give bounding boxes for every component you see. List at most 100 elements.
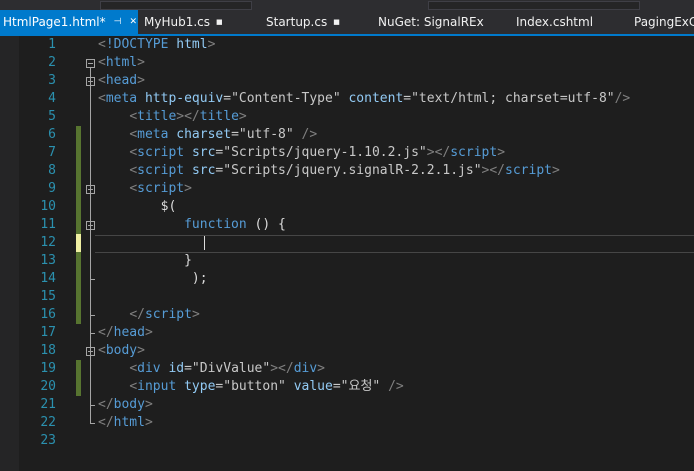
- outline-guide: [90, 356, 91, 405]
- document-tab-bar: HtmlPage1.html* ⊣ ✕ MyHub1.cs ■ Startup.cs ■ Nu…: [0, 10, 694, 34]
- saved-change-marker: [76, 216, 81, 234]
- collapse-toggle-icon[interactable]: [86, 59, 95, 68]
- line-number: 10: [40, 199, 56, 214]
- code-token: />: [614, 91, 631, 106]
- code-line[interactable]: 23: [0, 432, 694, 450]
- toolbar-dropdown[interactable]: [100, 1, 252, 10]
- tab-startup-cs[interactable]: Startup.cs ■: [258, 10, 370, 34]
- code-line[interactable]: 10 $(: [0, 198, 694, 216]
- code-line[interactable]: 15: [0, 288, 694, 306]
- tab-label: Startup.cs: [266, 15, 328, 29]
- code-line[interactable]: 2 <html>: [0, 54, 694, 72]
- line-number: 1: [48, 37, 56, 52]
- saved-change-marker: [76, 162, 81, 180]
- code-line[interactable]: 11 function () {: [0, 216, 694, 234]
- line-number: 8: [48, 163, 56, 178]
- code-token: >: [137, 73, 145, 88]
- outline-guide: [90, 230, 91, 279]
- line-number: 2: [48, 55, 56, 70]
- line-number: 6: [48, 127, 56, 142]
- code-token: );: [98, 271, 208, 286]
- code-token: <: [129, 379, 138, 394]
- close-icon[interactable]: ✕: [129, 10, 137, 34]
- saved-change-marker: [76, 288, 81, 306]
- code-text: <head>: [98, 72, 145, 90]
- code-token: type: [184, 379, 216, 394]
- code-token: >: [238, 109, 247, 124]
- code-token: script: [137, 145, 185, 160]
- code-text: <!DOCTYPE html>: [98, 36, 215, 54]
- code-line[interactable]: 21 </body>: [0, 396, 694, 414]
- code-token: >: [137, 55, 145, 70]
- code-line[interactable]: 14 );: [0, 270, 694, 288]
- code-line[interactable]: 13 }: [0, 252, 694, 270]
- line-number: 13: [40, 253, 56, 268]
- code-line[interactable]: 19 <div id="DivValue"></div>: [0, 360, 694, 378]
- tab-pagingexco[interactable]: PagingExCo: [626, 10, 694, 34]
- code-token: >: [144, 325, 153, 340]
- code-token: <: [129, 145, 138, 160]
- outline-guide-end: [90, 315, 95, 316]
- line-number: 19: [40, 361, 56, 376]
- code-editor[interactable]: 1 <!DOCTYPE html> 2 <html> 3 <head> 4 <meta htt…: [0, 36, 694, 471]
- code-token: <: [129, 163, 138, 178]
- tab-htmlpage1-html[interactable]: HtmlPage1.html* ⊣ ✕: [0, 10, 138, 34]
- code-line[interactable]: 3 <head>: [0, 72, 694, 90]
- saved-change-marker: [76, 180, 81, 198]
- code-token: <: [129, 127, 138, 142]
- code-token: ="DivValue": [184, 361, 271, 376]
- pin-icon[interactable]: ⊣: [114, 10, 122, 34]
- code-text: </script>: [98, 306, 199, 324]
- tab-index-cshtml[interactable]: Index.cshtml: [508, 10, 626, 34]
- code-token: ="text/html; charset=utf-8": [403, 91, 615, 106]
- code-token: charset: [176, 127, 232, 142]
- outline-guide-end: [90, 423, 95, 424]
- code-line[interactable]: 22 </html>: [0, 414, 694, 432]
- code-line[interactable]: 17 </head>: [0, 324, 694, 342]
- tab-label: Index.cshtml: [516, 15, 594, 29]
- saved-change-marker: [76, 306, 81, 324]
- code-token: html: [113, 415, 145, 430]
- code-token: >: [144, 415, 153, 430]
- code-text: <meta http-equiv="Content-Type" content=…: [98, 90, 630, 108]
- outline-guide-end: [90, 333, 95, 334]
- code-line[interactable]: 1 <!DOCTYPE html>: [0, 36, 694, 54]
- tab-label: PagingExCo: [634, 15, 694, 29]
- code-token: html: [176, 37, 208, 52]
- code-token: ="Content-Type": [223, 91, 341, 106]
- tab-myhub1-cs[interactable]: MyHub1.cs ■: [138, 10, 258, 34]
- code-line[interactable]: 16 </script>: [0, 306, 694, 324]
- line-number: 9: [48, 181, 56, 196]
- code-line[interactable]: 18 <body>: [0, 342, 694, 360]
- line-number: 21: [40, 397, 56, 412]
- code-line[interactable]: 4 <meta http-equiv="Content-Type" content…: [0, 90, 694, 108]
- code-token: src: [191, 163, 216, 178]
- saved-change-marker: [76, 270, 81, 288]
- code-text: </html>: [98, 414, 153, 432]
- code-text: </head>: [98, 324, 153, 342]
- code-line[interactable]: 6 <meta charset="utf-8" />: [0, 126, 694, 144]
- code-token: }: [98, 253, 192, 268]
- line-number: 4: [48, 91, 56, 106]
- code-text: );: [98, 270, 208, 288]
- toolbar-dropdown[interactable]: [428, 1, 640, 10]
- code-text: $(: [98, 198, 177, 216]
- code-line[interactable]: 9 <script>: [0, 180, 694, 198]
- code-token: ></: [426, 145, 451, 160]
- code-line[interactable]: 8 <script src="Scripts/jquery.signalR-2.…: [0, 162, 694, 180]
- line-number: 16: [40, 307, 56, 322]
- code-token: div: [293, 361, 318, 376]
- code-text: </body>: [98, 396, 153, 414]
- code-line[interactable]: 7 <script src="Scripts/jquery-1.10.2.js"…: [0, 144, 694, 162]
- toolbar-strip: [0, 0, 694, 10]
- code-line[interactable]: 12: [0, 234, 694, 253]
- line-number: 12: [40, 235, 56, 250]
- code-line[interactable]: 20 <input type="button" value="요청" />: [0, 378, 694, 396]
- tab-nuget-signalrex[interactable]: NuGet: SignalREx: [370, 10, 508, 34]
- code-line[interactable]: 5 <title></title>: [0, 108, 694, 126]
